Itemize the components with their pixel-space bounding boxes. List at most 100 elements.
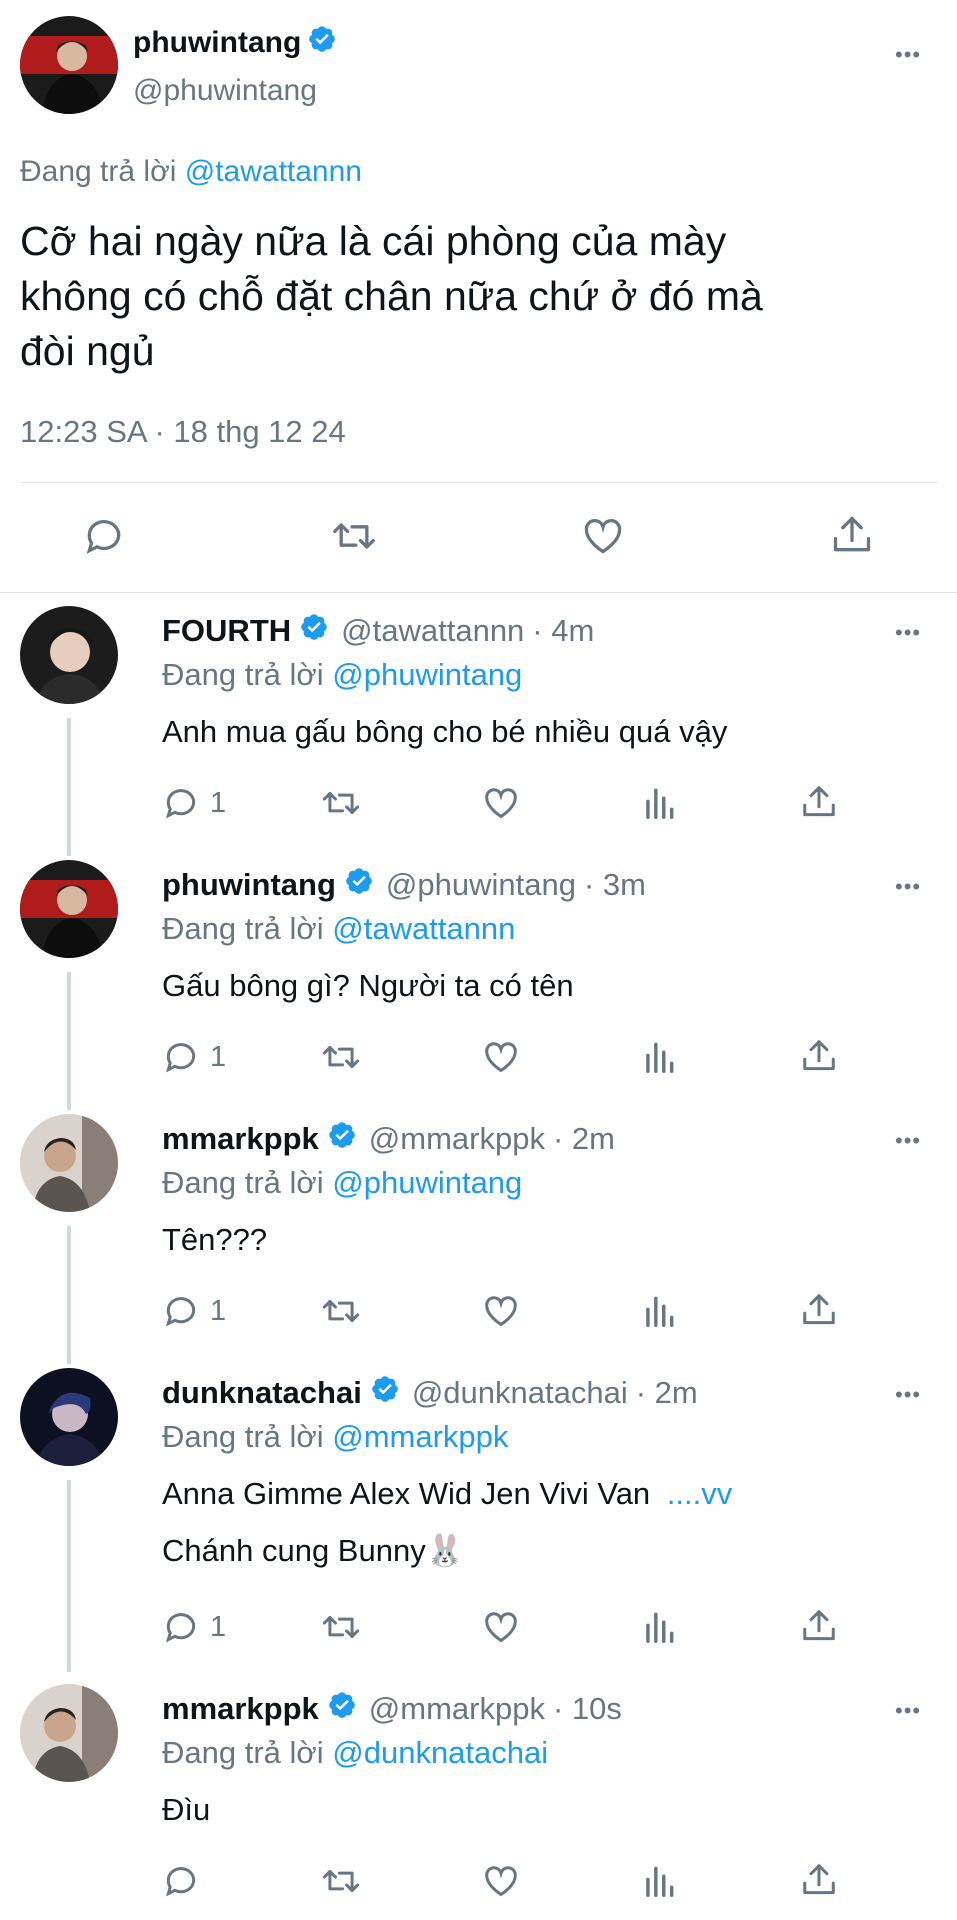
retweet-icon xyxy=(322,1869,360,1893)
analytics-icon xyxy=(646,1866,674,1897)
handle[interactable]: @tawattannn xyxy=(341,613,524,649)
like-icon xyxy=(485,1612,517,1643)
mention-link[interactable]: @tawattannn xyxy=(332,911,515,946)
reply-icon xyxy=(165,1297,196,1327)
avatar[interactable] xyxy=(20,1368,118,1466)
retweet-button[interactable] xyxy=(320,784,362,822)
display-name[interactable]: phuwintang xyxy=(162,867,336,903)
retweet-button[interactable] xyxy=(320,1038,362,1076)
display-name[interactable]: FOURTH xyxy=(162,613,291,649)
display-name[interactable]: mmarkppk xyxy=(162,1121,319,1157)
more-icon[interactable]: ••• xyxy=(895,622,921,644)
handle[interactable]: @mmarkppk xyxy=(369,1121,545,1157)
reply-button[interactable]: 1 xyxy=(162,1292,226,1330)
replying-prefix: Đang trả lời xyxy=(162,1165,324,1200)
like-button[interactable] xyxy=(481,1292,521,1330)
tweet-text: Chánh cung Bunny🐰 xyxy=(162,1533,465,1568)
replying-prefix: Đang trả lời xyxy=(162,1735,324,1770)
avatar[interactable] xyxy=(20,16,118,114)
reply-button[interactable] xyxy=(82,514,126,558)
more-icon[interactable]: ••• xyxy=(895,1130,921,1152)
more-icon[interactable]: ••• xyxy=(895,876,921,898)
share-icon xyxy=(803,786,835,817)
analytics-button[interactable] xyxy=(642,1608,676,1646)
display-name[interactable]: mmarkppk xyxy=(162,1691,319,1727)
like-icon xyxy=(584,518,622,554)
mention-link[interactable]: @phuwintang xyxy=(332,1165,522,1200)
display-name[interactable]: dunknatachai xyxy=(162,1375,362,1411)
thread-line xyxy=(67,1226,71,1364)
tweet-text: Gấu bông gì? Người ta có tên xyxy=(162,968,574,1003)
like-button[interactable] xyxy=(481,1608,521,1646)
handle[interactable]: @dunknatachai xyxy=(412,1375,628,1411)
reply-count: 1 xyxy=(210,1294,227,1327)
replying-prefix: Đang trả lời xyxy=(162,657,324,692)
avatar[interactable] xyxy=(20,1114,118,1212)
analytics-button[interactable] xyxy=(642,1862,676,1900)
share-icon xyxy=(803,1610,835,1641)
replying-prefix: Đang trả lời xyxy=(162,1419,324,1454)
reply-button[interactable]: 1 xyxy=(162,1038,226,1076)
time-ago[interactable]: · 4m xyxy=(532,613,594,649)
reply-icon xyxy=(165,1043,196,1073)
time-ago[interactable]: · 2m xyxy=(553,1121,615,1157)
retweet-icon xyxy=(322,1299,360,1323)
reply-icon xyxy=(165,789,196,819)
show-more-link[interactable]: ....vv xyxy=(667,1476,732,1511)
mention-link[interactable]: @dunknatachai xyxy=(332,1735,548,1770)
more-icon[interactable]: ••• xyxy=(895,1700,921,1722)
retweet-button[interactable] xyxy=(320,1862,362,1900)
timestamp[interactable]: 12:23 SA · 18 thg 12 24 xyxy=(20,414,346,450)
share-button[interactable] xyxy=(800,1290,838,1330)
mention-link[interactable]: @phuwintang xyxy=(332,657,522,692)
time-ago[interactable]: · 10s xyxy=(553,1691,622,1727)
reply-button[interactable]: 1 xyxy=(162,784,226,822)
like-icon xyxy=(485,1296,517,1327)
share-button[interactable] xyxy=(800,1036,838,1076)
display-name[interactable]: phuwintang xyxy=(133,26,301,60)
analytics-button[interactable] xyxy=(642,1292,676,1330)
reply-button[interactable]: 1 xyxy=(162,1608,226,1646)
more-icon[interactable]: ••• xyxy=(895,1384,921,1406)
like-button[interactable] xyxy=(481,1038,521,1076)
share-button[interactable] xyxy=(800,1860,838,1900)
reply-count: 1 xyxy=(210,786,227,819)
tweet-text: Đìu xyxy=(162,1792,211,1827)
time-ago[interactable]: · 3m xyxy=(584,867,646,903)
analytics-button[interactable] xyxy=(642,1038,676,1076)
retweet-button[interactable] xyxy=(330,514,378,558)
handle[interactable]: @phuwintang xyxy=(386,867,576,903)
retweet-icon xyxy=(322,791,360,815)
time-ago[interactable]: · 2m xyxy=(636,1375,698,1411)
tweet-text: Anna Gimme Alex Wid Jen Vivi Van xyxy=(162,1476,651,1511)
like-button[interactable] xyxy=(580,514,626,558)
analytics-button[interactable] xyxy=(642,784,676,822)
mention-link[interactable]: @mmarkppk xyxy=(332,1419,508,1454)
more-icon[interactable]: ••• xyxy=(895,44,921,66)
thread-line xyxy=(67,1480,71,1672)
share-button[interactable] xyxy=(830,512,874,558)
retweet-button[interactable] xyxy=(320,1292,362,1330)
retweet-button[interactable] xyxy=(320,1608,362,1646)
handle[interactable]: @phuwintang xyxy=(133,74,317,108)
reply-button[interactable] xyxy=(162,1862,200,1900)
reply-icon xyxy=(165,1867,196,1897)
share-button[interactable] xyxy=(800,782,838,822)
like-button[interactable] xyxy=(481,784,521,822)
avatar[interactable] xyxy=(20,860,118,958)
handle[interactable]: @mmarkppk xyxy=(369,1691,545,1727)
avatar[interactable] xyxy=(20,606,118,704)
share-button[interactable] xyxy=(800,1606,838,1646)
avatar[interactable] xyxy=(20,1684,118,1782)
share-icon xyxy=(803,1040,835,1071)
replying-prefix: Đang trả lời xyxy=(162,911,324,946)
thread-line xyxy=(67,972,71,1110)
mention-link[interactable]: @tawattannn xyxy=(185,155,362,188)
analytics-icon xyxy=(646,1296,674,1327)
reply-icon xyxy=(165,1613,196,1643)
like-button[interactable] xyxy=(481,1862,521,1900)
reply-icon xyxy=(86,520,121,554)
like-icon xyxy=(485,1866,517,1897)
reply-count: 1 xyxy=(210,1040,227,1073)
divider xyxy=(0,592,957,593)
